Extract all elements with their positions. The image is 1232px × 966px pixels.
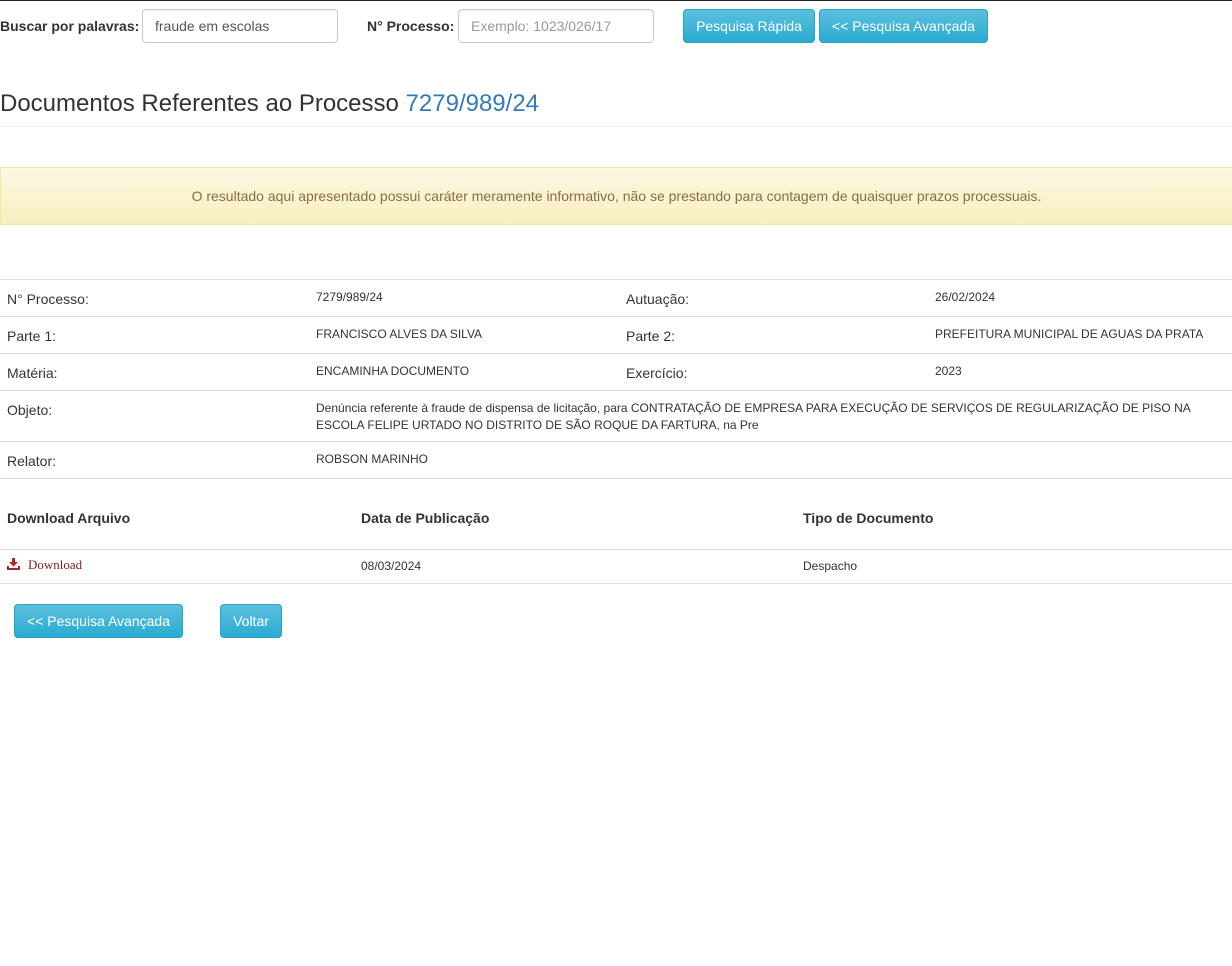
year-key: Exercício: <box>626 365 688 381</box>
download-link[interactable]: Download <box>7 557 82 573</box>
informative-alert: O resultado aqui apresentado possui cará… <box>0 167 1232 225</box>
documents-header-row: Download Arquivo Data de Publicação Tipo… <box>0 479 1232 550</box>
subject-key: Matéria: <box>7 365 58 381</box>
quick-search-button[interactable]: Pesquisa Rápida <box>683 9 815 43</box>
table-row: Download 08/03/2024 Despacho <box>0 550 1232 584</box>
party1-key: Parte 1: <box>7 328 57 344</box>
column-header-document-type: Tipo de Documento <box>803 510 934 526</box>
details-row: Parte 1: FRANCISCO ALVES DA SILVA Parte … <box>0 317 1232 354</box>
details-row: Relator: ROBSON MARINHO <box>0 442 1232 479</box>
party2-key: Parte 2: <box>626 328 676 344</box>
download-label: Download <box>28 557 83 572</box>
party1-value: FRANCISCO ALVES DA SILVA <box>316 327 483 341</box>
process-details-table: N° Processo: 7279/989/24 Autuação: 26/02… <box>0 279 1232 479</box>
process-number-key: N° Processo: <box>7 291 89 307</box>
keywords-input[interactable] <box>142 9 338 43</box>
process-number-title: 7279/989/24 <box>405 90 540 117</box>
advanced-search-button[interactable]: << Pesquisa Avançada <box>819 9 988 43</box>
party2-value: PREFEITURA MUNICIPAL DE AGUAS DA PRATA <box>935 327 1204 341</box>
process-number-value: 7279/989/24 <box>316 290 383 304</box>
publication-date-cell: 08/03/2024 <box>361 559 422 573</box>
details-row: Objeto: Denúncia referente à fraude de d… <box>0 391 1232 442</box>
subject-value: ENCAMINHA DOCUMENTO <box>316 364 470 378</box>
back-button[interactable]: Voltar <box>220 604 282 638</box>
column-header-download: Download Arquivo <box>7 510 131 526</box>
keywords-label: Buscar por palavras: <box>0 18 140 34</box>
actuation-key: Autuação: <box>626 291 690 307</box>
document-type-cell: Despacho <box>803 559 858 573</box>
page-title-text: Documentos Referentes ao Processo <box>0 90 399 117</box>
alert-text: O resultado aqui apresentado possui cará… <box>191 188 1042 204</box>
rapporteur-value: ROBSON MARINHO <box>316 452 429 466</box>
documents-table: Download Arquivo Data de Publicação Tipo… <box>0 479 1232 584</box>
details-row: Matéria: ENCAMINHA DOCUMENTO Exercício: … <box>0 354 1232 391</box>
process-number-input[interactable] <box>458 9 654 43</box>
search-bar: Buscar por palavras: N° Processo: Pesqui… <box>0 9 1232 43</box>
details-row: N° Processo: 7279/989/24 Autuação: 26/02… <box>0 280 1232 317</box>
year-value: 2023 <box>935 364 962 378</box>
column-header-publication-date: Data de Publicação <box>361 510 490 526</box>
process-number-label: N° Processo: <box>367 18 455 34</box>
actuation-value: 26/02/2024 <box>935 290 996 304</box>
object-value: Denúncia referente à fraude de dispensa … <box>316 401 1191 432</box>
download-icon <box>7 558 20 570</box>
rapporteur-key: Relator: <box>7 453 57 469</box>
page-title: Documentos Referentes ao Processo 7279/9… <box>0 90 539 118</box>
title-divider <box>0 126 1232 127</box>
object-key: Objeto: <box>7 402 53 418</box>
footer-advanced-search-button[interactable]: << Pesquisa Avançada <box>14 604 183 638</box>
